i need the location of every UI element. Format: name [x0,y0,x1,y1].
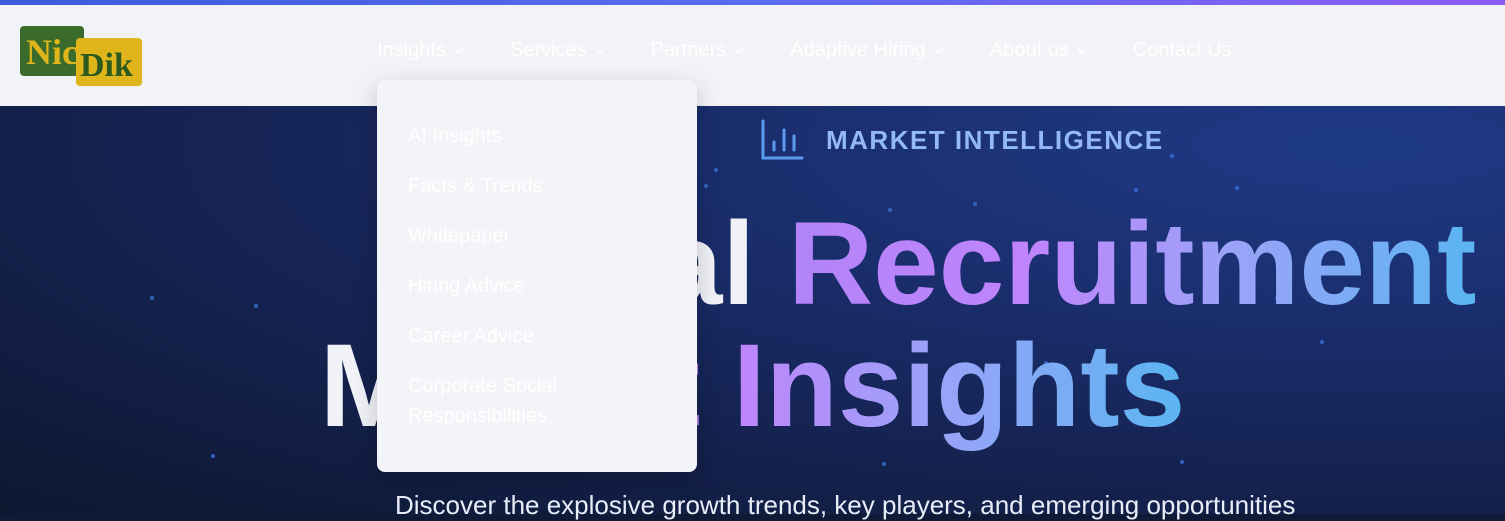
decorative-dot [1170,154,1174,158]
nav-item-adaptive-hiring[interactable]: Adaptive Hiring [790,39,944,62]
dropdown-item-corporate-social-responsibilities[interactable]: Corporate Social Responsibilities [408,371,678,431]
decorative-dot [1180,460,1184,464]
decorative-dot [882,462,886,466]
chevron-down-icon [734,47,744,54]
dropdown-item-hiring-advice[interactable]: Hiring Advice [408,271,678,301]
main-nav: Insights Services Partners Adaptive Hiri… [377,39,1232,62]
dropdown-item-ai-insights[interactable]: AI Insights [408,121,678,151]
dropdown-item-whitepaper[interactable]: Whitepaper [408,221,678,251]
decorative-dot [704,184,708,188]
hero-title-gradient: Recruitment [787,198,1477,330]
market-intelligence-badge: MARKET INTELLIGENCE [760,118,1164,162]
nav-item-label: Partners [650,39,727,61]
nav-item-label: About us [989,39,1069,61]
bar-chart-icon [761,119,804,160]
nav-item-insights[interactable]: Insights [377,39,464,62]
decorative-dot [714,168,718,172]
dropdown-item-facts-trends[interactable]: Facts & Trends [408,171,678,201]
decorative-dot [1134,188,1138,192]
brand-logo[interactable]: Nic Dik [20,26,142,86]
nav-item-label: Services [509,39,587,61]
nav-item-contact-us[interactable]: Contact Us [1133,39,1232,62]
dropdown-item-career-advice[interactable]: Career Advice [408,321,678,351]
logo-text-2: Dik [80,47,133,84]
chevron-down-icon [1077,47,1087,54]
badge-label: MARKET INTELLIGENCE [826,124,1164,155]
chevron-down-icon [454,47,464,54]
nav-item-about-us[interactable]: About us [990,39,1087,62]
nav-item-partners[interactable]: Partners [651,39,745,62]
nav-item-label: Contact Us [1132,39,1232,61]
nav-item-label: Adaptive Hiring [790,39,926,61]
chevron-down-icon [595,47,605,54]
nav-item-label: Insights [377,39,446,61]
hero-subtitle: Discover the explosive growth trends, ke… [395,490,1296,520]
navbar: Nic Dik Insights Services Partners Adapt… [0,5,1505,106]
nav-item-services[interactable]: Services [510,39,605,62]
logo-text-1: Nic [26,32,78,72]
top-accent-bar [0,0,1505,5]
decorative-dot [1235,186,1239,190]
decorative-dot [211,454,215,458]
hero-title: Global Recruitment Market Insights [0,203,1505,447]
insights-dropdown-menu: AI Insights Facts & Trends Whitepaper Hi… [377,80,697,472]
chevron-down-icon [934,47,944,54]
